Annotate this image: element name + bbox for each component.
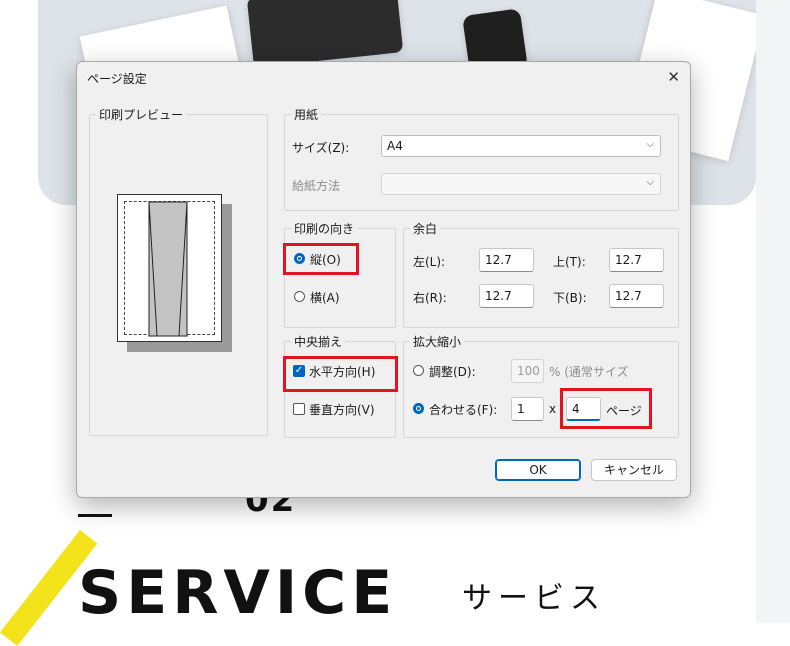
service-subheading: サービス <box>462 581 606 616</box>
pages-label: ページ <box>606 404 642 418</box>
service-heading: SERVICE <box>78 558 398 628</box>
fit-width-input[interactable]: 1 <box>511 397 544 421</box>
margin-top-label: 上(T): <box>553 255 586 269</box>
mockup-tablet <box>246 0 404 68</box>
paper-source-label: 給紙方法 <box>292 179 341 193</box>
paper-size-label: サイズ(Z): <box>292 141 350 155</box>
fit-label[interactable]: 合わせる(F): <box>429 401 497 418</box>
paper-size-value: A4 <box>387 139 403 153</box>
margin-bottom-input[interactable]: 12.7 <box>609 284 664 308</box>
margin-right-input[interactable]: 12.7 <box>479 284 534 308</box>
paper-size-select[interactable]: A4 ⌵ <box>381 135 661 157</box>
adjust-suffix: % (通常サイズ <box>549 365 629 379</box>
margins-legend: 余白 <box>410 220 441 237</box>
margin-left-label: 左(L): <box>413 255 446 269</box>
page-setup-dialog: ページ設定 ✕ 印刷プレビュー 用紙 サイズ(Z): A4 ⌵ 給紙方法 ⌵ 印… <box>76 61 691 498</box>
adjust-label[interactable]: 調整(D): <box>429 363 476 380</box>
orientation-legend: 印刷の向き <box>291 220 358 237</box>
margin-left-input[interactable]: 12.7 <box>479 248 534 272</box>
chevron-down-icon: ⌵ <box>646 177 654 188</box>
landscape-label[interactable]: 横(A) <box>310 289 340 306</box>
horizontal-label[interactable]: 水平方向(H) <box>309 363 375 380</box>
preview-content <box>148 201 188 337</box>
horizontal-checkbox[interactable]: ✓ <box>293 365 305 377</box>
margin-bottom-label: 下(B): <box>553 291 587 305</box>
portrait-radio[interactable] <box>294 253 305 264</box>
vertical-checkbox[interactable] <box>293 403 305 415</box>
section-dash <box>78 514 112 517</box>
chevron-down-icon: ⌵ <box>646 139 654 150</box>
ok-button[interactable]: OK <box>495 459 581 481</box>
close-icon[interactable]: ✕ <box>667 68 680 86</box>
dialog-title: ページ設定 <box>87 72 147 86</box>
preview-legend: 印刷プレビュー <box>96 106 187 123</box>
preview-page <box>117 194 222 342</box>
margins-group: 余白 <box>403 220 679 328</box>
scaling-legend: 拡大縮小 <box>410 333 465 350</box>
vertical-label[interactable]: 垂直方向(V) <box>309 401 375 418</box>
portrait-label[interactable]: 縦(O) <box>310 251 341 268</box>
margin-right-label: 右(R): <box>413 291 447 305</box>
paper-source-select[interactable]: ⌵ <box>381 173 661 195</box>
paper-group: 用紙 <box>284 106 679 211</box>
page-side-strip <box>756 0 790 623</box>
adjust-input[interactable]: 100 <box>511 359 544 383</box>
cancel-button[interactable]: キャンセル <box>591 459 677 481</box>
fit-height-input[interactable]: 4 <box>566 397 601 421</box>
adjust-radio[interactable] <box>413 365 424 376</box>
times-symbol: x <box>549 402 557 416</box>
centering-legend: 中央揃え <box>291 333 346 350</box>
preview-group: 印刷プレビュー <box>89 106 268 436</box>
margin-top-input[interactable]: 12.7 <box>609 248 664 272</box>
paper-legend: 用紙 <box>291 106 322 123</box>
landscape-radio[interactable] <box>294 291 305 302</box>
fit-radio[interactable] <box>413 403 424 414</box>
